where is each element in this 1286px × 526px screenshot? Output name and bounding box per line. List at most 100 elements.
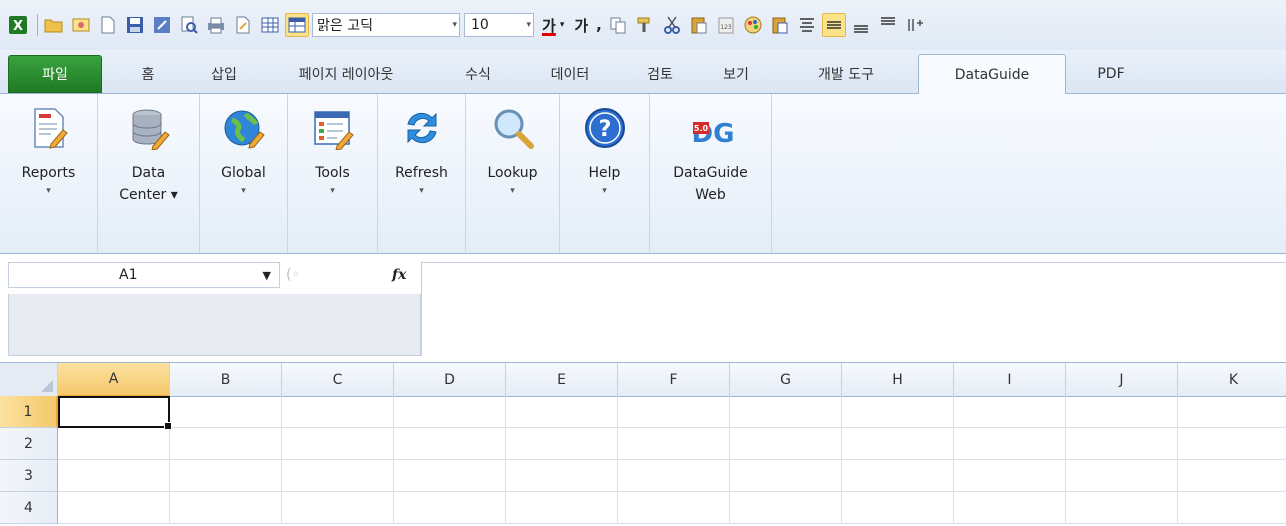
refresh-button[interactable]: Refresh ▾: [378, 94, 466, 252]
align-top-icon[interactable]: [876, 13, 900, 37]
cell-d1[interactable]: [394, 396, 506, 428]
tab-formulas[interactable]: 수식: [438, 55, 518, 93]
tab-page-layout[interactable]: 페이지 레이아웃: [254, 55, 438, 93]
chevron-down-icon[interactable]: ▾: [560, 20, 565, 30]
font-size-combobox[interactable]: 10 ▾: [464, 13, 534, 37]
data-center-button[interactable]: Data Center ▾: [98, 94, 200, 252]
cell-c3[interactable]: [282, 460, 394, 492]
font-style-button[interactable]: 가: [570, 15, 592, 36]
cell-a1[interactable]: [58, 396, 170, 428]
chevron-down-icon[interactable]: ▼: [263, 269, 271, 282]
column-header-b[interactable]: B: [170, 363, 282, 397]
tab-review[interactable]: 검토: [622, 55, 698, 93]
chevron-down-icon[interactable]: ▾: [452, 20, 457, 30]
chevron-down-icon[interactable]: ▾: [526, 20, 531, 30]
formula-input[interactable]: [421, 262, 1286, 356]
cut-icon[interactable]: [660, 13, 684, 37]
cell-g1[interactable]: [730, 396, 842, 428]
save-as-icon[interactable]: [150, 13, 174, 37]
name-box[interactable]: A1 ▼: [8, 262, 280, 288]
column-header-c[interactable]: C: [282, 363, 394, 397]
row-header-3[interactable]: 3: [0, 460, 58, 492]
grid-format-icon[interactable]: [285, 13, 309, 37]
save-icon[interactable]: [123, 13, 147, 37]
cell-f1[interactable]: [618, 396, 730, 428]
tools-button[interactable]: Tools ▾: [288, 94, 378, 252]
image-icon[interactable]: [69, 13, 93, 37]
cell-e2[interactable]: [506, 428, 618, 460]
help-button[interactable]: ? Help ▾: [560, 94, 650, 252]
cell-j4[interactable]: [1066, 492, 1178, 524]
paste-values-icon[interactable]: 123: [714, 13, 738, 37]
document-edit-icon[interactable]: [231, 13, 255, 37]
font-color-button[interactable]: 가: [538, 15, 560, 36]
cell-a4[interactable]: [58, 492, 170, 524]
paste-icon[interactable]: [687, 13, 711, 37]
cell-e3[interactable]: [506, 460, 618, 492]
tab-view[interactable]: 보기: [698, 55, 774, 93]
column-header-i[interactable]: I: [954, 363, 1066, 397]
cell-i2[interactable]: [954, 428, 1066, 460]
cell-g3[interactable]: [730, 460, 842, 492]
tab-insert[interactable]: 삽입: [194, 55, 254, 93]
cell-b1[interactable]: [170, 396, 282, 428]
cell-k4[interactable]: [1178, 492, 1286, 524]
cell-g4[interactable]: [730, 492, 842, 524]
lookup-button[interactable]: Lookup ▾: [466, 94, 560, 252]
table-icon[interactable]: [258, 13, 282, 37]
column-header-h[interactable]: H: [842, 363, 954, 397]
cell-h1[interactable]: [842, 396, 954, 428]
row-header-2[interactable]: 2: [0, 428, 58, 460]
row-header-1[interactable]: 1: [0, 396, 58, 428]
column-header-e[interactable]: E: [506, 363, 618, 397]
tab-pdf[interactable]: PDF: [1066, 55, 1156, 93]
cell-e1[interactable]: [506, 396, 618, 428]
print-icon[interactable]: [204, 13, 228, 37]
formula-cancel-icon[interactable]: (◦: [286, 267, 300, 283]
cell-d3[interactable]: [394, 460, 506, 492]
cell-c2[interactable]: [282, 428, 394, 460]
tab-developer[interactable]: 개발 도구: [774, 55, 918, 93]
align-middle-icon[interactable]: [821, 13, 846, 37]
cell-b3[interactable]: [170, 460, 282, 492]
paint-palette-icon[interactable]: [741, 13, 765, 37]
insert-function-button[interactable]: fx: [392, 267, 406, 283]
dataguide-web-button[interactable]: DG 5.0 DataGuide Web: [650, 94, 772, 252]
column-header-k[interactable]: K: [1178, 363, 1286, 397]
text-direction-icon[interactable]: [903, 13, 927, 37]
open-folder-icon[interactable]: [42, 13, 66, 37]
row-header-4[interactable]: 4: [0, 492, 58, 524]
cell-i4[interactable]: [954, 492, 1066, 524]
column-header-d[interactable]: D: [394, 363, 506, 397]
cell-f3[interactable]: [618, 460, 730, 492]
cell-i1[interactable]: [954, 396, 1066, 428]
cell-c4[interactable]: [282, 492, 394, 524]
tab-data[interactable]: 데이터: [518, 55, 622, 93]
cell-h3[interactable]: [842, 460, 954, 492]
cell-e4[interactable]: [506, 492, 618, 524]
cell-a3[interactable]: [58, 460, 170, 492]
format-painter-icon[interactable]: [633, 13, 657, 37]
cell-h2[interactable]: [842, 428, 954, 460]
cell-d2[interactable]: [394, 428, 506, 460]
align-bottom-icon[interactable]: [849, 13, 873, 37]
copy-icon[interactable]: [606, 13, 630, 37]
align-center-icon[interactable]: [795, 13, 819, 37]
excel-app-icon[interactable]: X: [6, 13, 30, 37]
cell-g2[interactable]: [730, 428, 842, 460]
cell-i3[interactable]: [954, 460, 1066, 492]
tab-dataguide[interactable]: DataGuide: [918, 54, 1066, 94]
tab-home[interactable]: 홈: [102, 55, 194, 93]
paste-special-icon[interactable]: [768, 13, 792, 37]
cell-k1[interactable]: [1178, 396, 1286, 428]
cell-j2[interactable]: [1066, 428, 1178, 460]
font-name-combobox[interactable]: 맑은 고딕 ▾: [312, 13, 460, 37]
cell-c1[interactable]: [282, 396, 394, 428]
cell-h4[interactable]: [842, 492, 954, 524]
tab-file[interactable]: 파일: [8, 55, 102, 93]
cell-f2[interactable]: [618, 428, 730, 460]
cell-j3[interactable]: [1066, 460, 1178, 492]
column-header-f[interactable]: F: [618, 363, 730, 397]
cell-k2[interactable]: [1178, 428, 1286, 460]
new-document-icon[interactable]: [96, 13, 120, 37]
